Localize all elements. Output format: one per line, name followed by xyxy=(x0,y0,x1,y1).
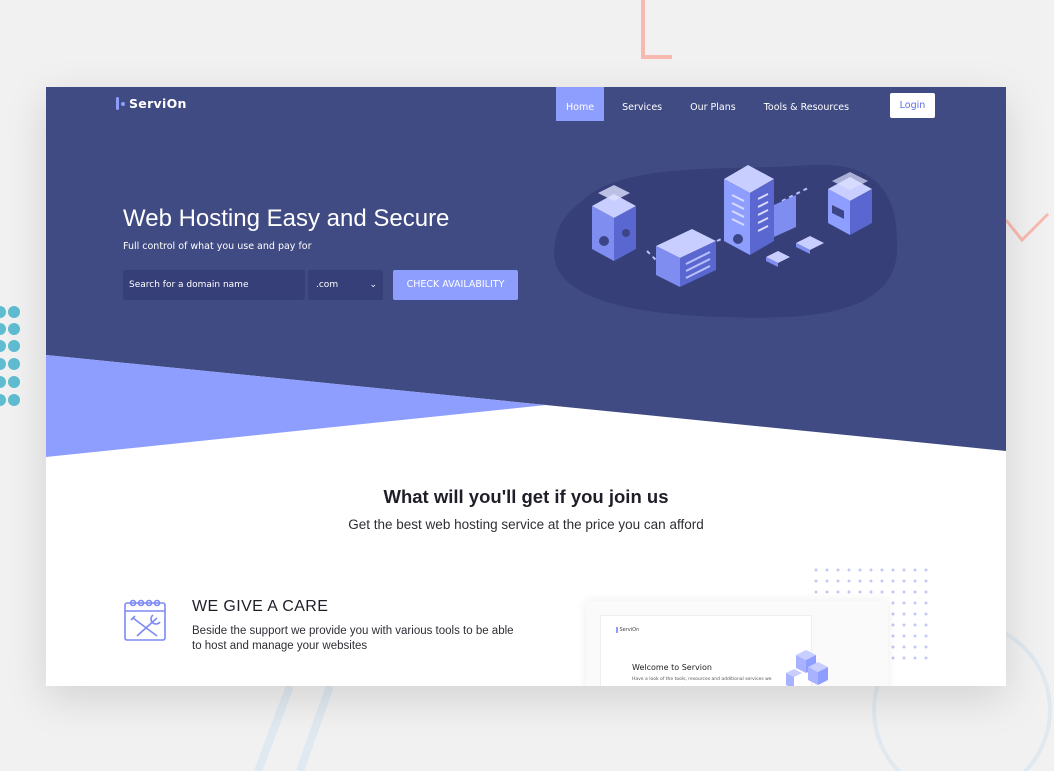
domain-search-input[interactable]: Search for a domain name xyxy=(123,270,305,300)
logo-text: ServiOn xyxy=(129,96,187,111)
landing-page: ServiOn Home Services Our Plans Tools & … xyxy=(46,87,1006,686)
preview-title: Welcome to Servion xyxy=(632,663,712,672)
servion-logo[interactable]: ServiOn xyxy=(116,96,187,111)
feature-title: WE GIVE A CARE xyxy=(192,598,329,615)
nav-tools-resources[interactable]: Tools & Resources xyxy=(754,87,859,121)
login-button[interactable]: Login xyxy=(890,93,935,118)
nav-home[interactable]: Home xyxy=(556,87,605,121)
tld-select[interactable]: .com ⌄ xyxy=(308,270,383,300)
nav-services[interactable]: Services xyxy=(612,87,672,121)
preview-logo-text: ServiOn xyxy=(619,627,640,633)
site-preview-card: ServiOn Welcome to Servion Have a look o… xyxy=(586,601,888,686)
logo-mark-icon xyxy=(116,97,125,110)
preview-text: Have a look of the tools, resources and … xyxy=(632,677,772,682)
feature-description: Beside the support we provide you with v… xyxy=(192,625,514,652)
tools-calendar-icon xyxy=(124,599,166,641)
chevron-down-icon: ⌄ xyxy=(369,280,377,290)
site-preview-frame xyxy=(600,615,812,686)
servers-illustration xyxy=(553,164,898,318)
preview-cubes-illustration xyxy=(786,650,828,686)
hero-title: Web Hosting Easy and Secure xyxy=(123,205,450,232)
hero-subtitle: Full control of what you use and pay for xyxy=(123,241,312,252)
preview-logo: ServiOn xyxy=(616,627,639,633)
features-subtitle: Get the best web hosting service at the … xyxy=(348,517,704,532)
main-nav: Home Services Our Plans Tools & Resource… xyxy=(556,87,867,121)
tld-selected-value: .com xyxy=(316,280,339,290)
nav-our-plans[interactable]: Our Plans xyxy=(680,87,746,121)
check-availability-button[interactable]: CHECK AVAILABILITY xyxy=(393,270,518,300)
features-title: What will you'll get if you join us xyxy=(383,486,669,507)
